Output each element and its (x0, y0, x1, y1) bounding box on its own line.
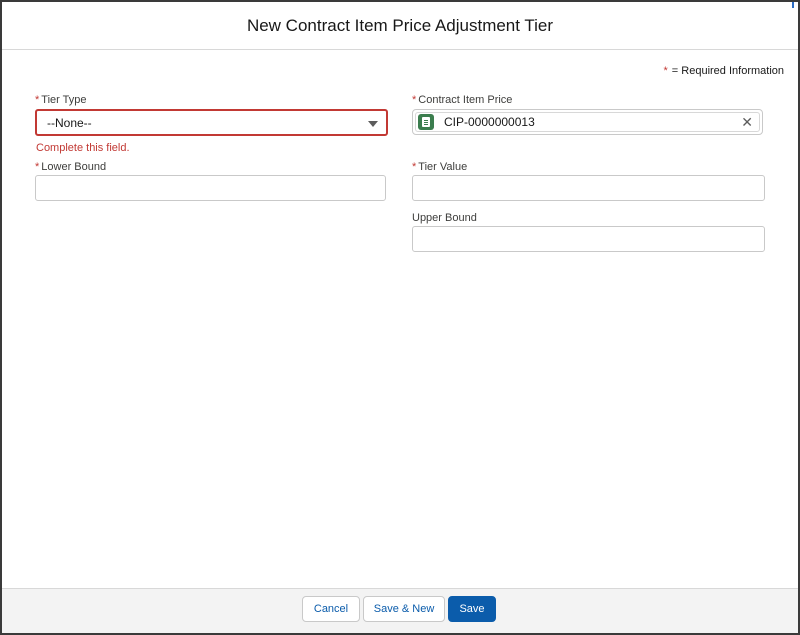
modal-header: New Contract Item Price Adjustment Tier (2, 2, 798, 50)
required-marker: * (35, 94, 40, 106)
upper-bound-field: Upper Bound (412, 212, 764, 226)
lower-bound-field: * Lower Bound (35, 161, 387, 175)
contract-item-price-lookup-wrap: CIP-0000000013 ✕ (412, 109, 765, 135)
required-marker: * (412, 161, 417, 173)
tier-type-field: * Tier Type (35, 94, 387, 108)
modal-dialog: New Contract Item Price Adjustment Tier … (0, 0, 800, 635)
contract-item-price-value: CIP-0000000013 (444, 115, 535, 129)
required-marker: * (412, 94, 417, 106)
tier-type-select-wrap: --None-- (35, 109, 388, 136)
modal-title: New Contract Item Price Adjustment Tier (246, 15, 554, 35)
required-legend: * = Required Information (664, 65, 784, 77)
tier-type-error: Complete this field. (36, 138, 130, 156)
lower-bound-input[interactable] (35, 175, 386, 201)
record-icon (418, 114, 434, 130)
tier-type-value: --None-- (47, 115, 92, 130)
contract-item-price-lookup[interactable]: CIP-0000000013 ✕ (412, 109, 763, 135)
tier-type-select[interactable]: --None-- (35, 109, 388, 136)
required-legend-text: = Required Information (671, 65, 784, 77)
tier-type-error-text: Complete this field. (36, 142, 130, 154)
lower-bound-input-wrap (35, 175, 387, 201)
modal-footer: Cancel Save & New Save (2, 588, 798, 633)
tier-value-input-wrap (412, 175, 765, 201)
save-button[interactable]: Save (448, 596, 496, 622)
required-marker: * (663, 65, 668, 77)
close-icon[interactable]: ✕ (741, 114, 753, 130)
upper-bound-input[interactable] (412, 226, 765, 252)
lower-bound-label: * Lower Bound (35, 161, 107, 173)
upper-bound-input-wrap (412, 226, 765, 252)
contract-item-price-label: * Contract Item Price (412, 94, 513, 106)
tier-type-label: * Tier Type (35, 94, 87, 106)
lookup-pill[interactable]: CIP-0000000013 ✕ (415, 112, 760, 132)
chevron-down-icon[interactable] (368, 120, 378, 127)
contract-item-price-field: * Contract Item Price (412, 94, 764, 108)
save-and-new-button[interactable]: Save & New (363, 596, 445, 622)
tier-value-label: * Tier Value (412, 161, 468, 173)
required-marker: * (35, 161, 40, 173)
upper-bound-label: Upper Bound (412, 212, 477, 224)
cancel-button[interactable]: Cancel (302, 596, 360, 622)
tier-value-input[interactable] (412, 175, 765, 201)
tier-value-field: * Tier Value (412, 161, 764, 175)
